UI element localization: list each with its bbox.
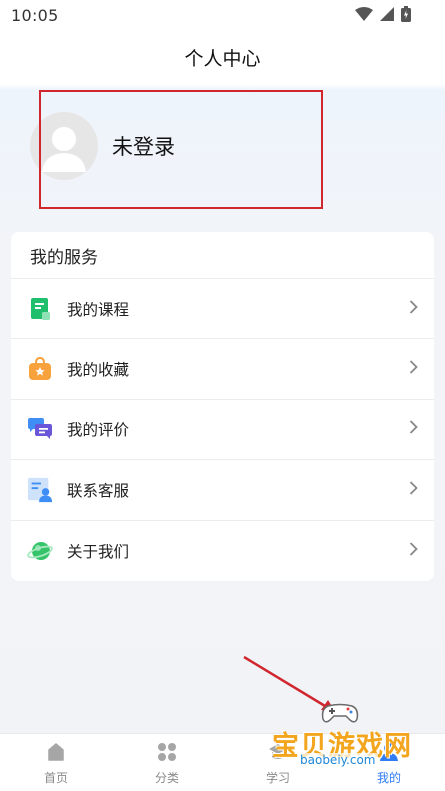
service-label: 关于我们 (67, 542, 130, 561)
course-book-icon (27, 296, 53, 322)
service-label: 我的评价 (67, 421, 130, 440)
review-chat-icon (27, 416, 53, 442)
service-label: 联系客服 (67, 481, 130, 500)
service-item-customer-service[interactable]: 联系客服 (11, 460, 434, 521)
home-icon (45, 741, 67, 763)
status-time: 10:05 (11, 6, 59, 25)
service-item-about-us[interactable]: 关于我们 (11, 521, 434, 581)
services-title: 我的服务 (11, 232, 434, 279)
tab-label: 我的 (376, 771, 401, 785)
chevron-right-icon (409, 360, 418, 379)
tab-category[interactable]: 分类 (137, 741, 197, 786)
category-icon (156, 741, 178, 763)
tab-label: 首页 (43, 771, 68, 785)
annotation-highlight-box (39, 90, 323, 209)
title-bar: 个人中心 (0, 30, 445, 84)
service-label: 我的课程 (67, 300, 130, 319)
tab-label: 分类 (154, 771, 179, 785)
about-planet-icon (27, 538, 53, 564)
tab-label: 学习 (265, 771, 290, 785)
chevron-right-icon (409, 541, 418, 560)
chevron-right-icon (409, 299, 418, 318)
chevron-right-icon (409, 420, 418, 439)
page-title: 个人中心 (184, 48, 261, 70)
status-bar: 10:05 (0, 0, 445, 30)
gamepad-logo-icon (321, 703, 359, 723)
customer-service-icon (27, 477, 53, 503)
watermark-url: baobeiy.com (297, 753, 379, 767)
wifi-icon (355, 6, 373, 26)
services-card: 我的服务 我的课程 我的收藏 我的评价 联系客服 关于我们 (11, 232, 434, 581)
service-item-courses[interactable]: 我的课程 (11, 279, 434, 340)
chevron-right-icon (409, 480, 418, 499)
service-label: 我的收藏 (67, 361, 130, 380)
profile-screen: 10:05 个人中心 未登录 我的服务 我的课程 我的收藏 我的评价 联系客服 … (0, 0, 445, 791)
service-item-favorites[interactable]: 我的收藏 (11, 339, 434, 400)
battery-icon (401, 6, 411, 26)
status-icons (355, 6, 411, 26)
favorites-bag-icon (27, 356, 53, 382)
tab-home[interactable]: 首页 (26, 741, 86, 786)
service-item-reviews[interactable]: 我的评价 (11, 400, 434, 461)
cellular-signal-icon (379, 6, 395, 26)
